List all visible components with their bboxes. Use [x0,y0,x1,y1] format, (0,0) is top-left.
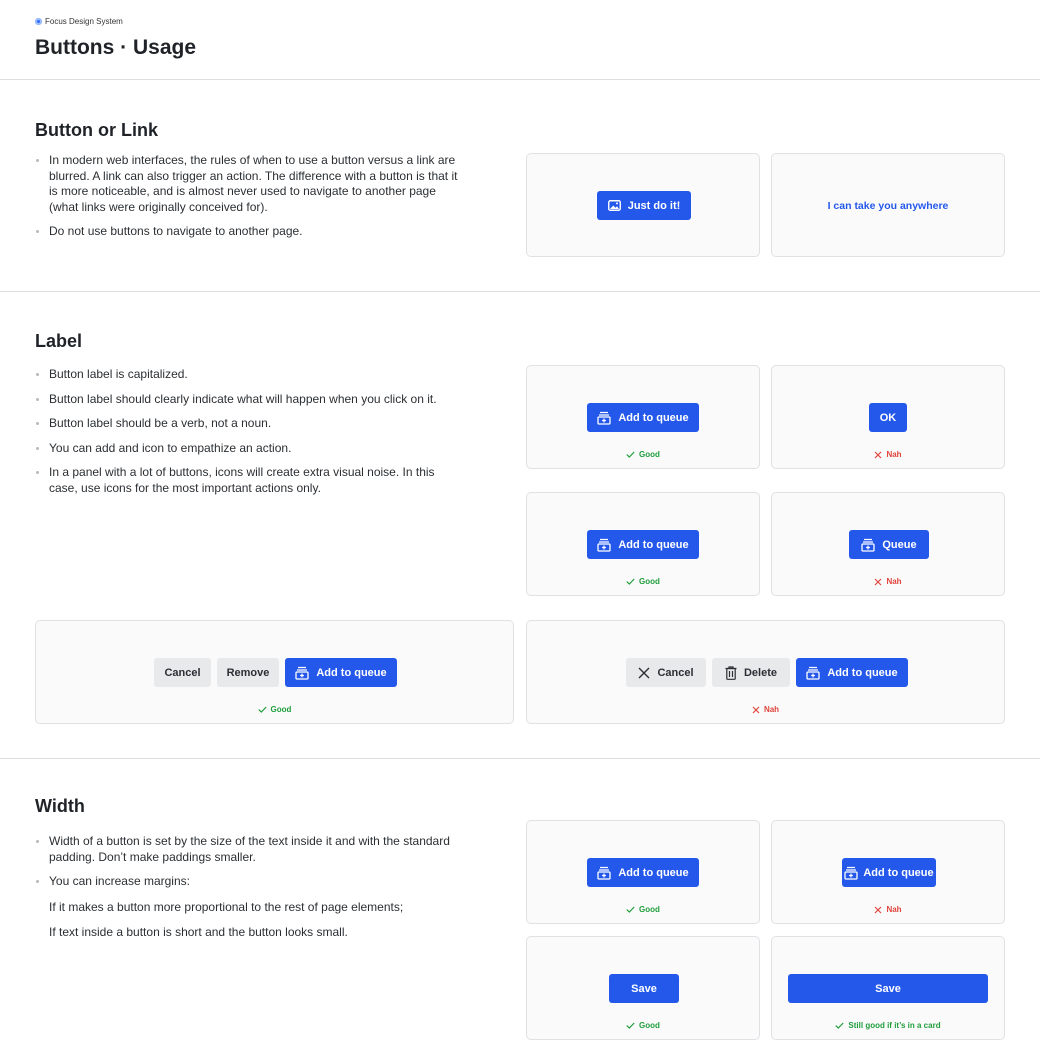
list-item: If it makes a button more proportional t… [49,900,404,914]
cross-icon [874,906,882,914]
add-to-queue-button[interactable]: Add to queue [285,658,397,687]
nah-verdict: Nah [772,905,1004,914]
remove-button[interactable]: Remove [217,658,279,687]
delete-label: Delete [743,666,778,679]
page-header: Focus Design System Buttons · Usage [0,0,1040,80]
section-title-label: Label [35,331,83,351]
add-to-queue-icon [295,666,310,680]
cancel-button[interactable]: Cancel [154,658,211,687]
brand: Focus Design System [35,17,123,26]
add-to-queue-button[interactable]: Add to queue [796,658,908,687]
add-to-queue-button[interactable]: Add to queue [587,403,699,432]
add-to-queue-icon [806,666,821,680]
example-card-width-good: Add to queue Good [526,820,760,924]
example-card-ok-nah: OK Nah [771,365,1005,469]
example-card-add-to-queue-good: Add to queue Good [526,365,760,469]
list-item: Width of a button is set by the size of … [35,834,465,865]
section-divider [0,291,1040,292]
nah-verdict: Nah [772,577,1004,586]
good-verdict: Good [527,450,759,459]
anywhere-link[interactable]: I can take you anywhere [772,196,1004,216]
add-to-queue-label: Add to queue [316,666,387,679]
list-item: Do not use buttons to navigate to anothe… [35,224,465,240]
add-to-queue-label: Add to queue [618,538,689,551]
queue-label: Queue [882,538,917,551]
queue-button[interactable]: Queue [849,530,929,559]
list-item: You can increase margins: [35,874,465,890]
brand-name: Focus Design System [45,17,123,26]
example-card-button-group-nah: Cancel Delete Add to queue Nah [526,620,1005,724]
page-title: Buttons · Usage [35,36,197,59]
good-verdict: Good [527,1021,759,1030]
save-button-wide[interactable]: Save [788,974,988,1003]
nah-verdict: Nah [772,450,1004,459]
good-verdict: Good [527,577,759,586]
section-title-button-or-link: Button or Link [35,120,158,140]
cross-icon [874,578,882,586]
example-card-link: I can take you anywhere [771,153,1005,257]
image-icon [607,200,621,211]
width-sub-lines: If it makes a button more proportional t… [49,900,403,949]
list-item: Button label should be a verb, not a nou… [35,416,465,432]
add-to-queue-button-tight[interactable]: Add to queue [842,858,936,887]
ok-button[interactable]: OK [869,403,907,432]
example-card-button-group-good: Cancel Remove Add to queue Good [35,620,514,724]
still-good-verdict: Still good if it’s in a card [772,1021,1004,1030]
add-to-queue-label: Add to queue [863,866,934,879]
cross-icon [752,706,760,714]
section-title-width: Width [35,796,85,816]
list-item: Button label should clearly indicate wha… [35,392,465,408]
section-divider [0,758,1040,759]
add-to-queue-icon [844,866,859,880]
width-bullets: Width of a button is set by the size of … [35,834,465,899]
add-to-queue-icon [597,411,612,425]
add-to-queue-button[interactable]: Add to queue [587,530,699,559]
check-icon [835,1022,845,1029]
example-card-width-nah: Add to queue Nah [771,820,1005,924]
label-bullets: Button label is capitalized. Button labe… [35,367,465,505]
good-verdict: Good [36,705,513,714]
delete-button[interactable]: Delete [712,658,790,687]
add-to-queue-icon [861,538,876,552]
just-do-it-label: Just do it! [627,199,681,212]
add-to-queue-button[interactable]: Add to queue [587,858,699,887]
brand-logo-icon [35,18,42,25]
example-card-add-to-queue-good-2: Add to queue Good [526,492,760,596]
list-item: Button label is capitalized. [35,367,465,383]
example-card-save-good: Save Good [526,936,760,1040]
add-to-queue-label: Add to queue [618,411,689,424]
cancel-label: Cancel [657,666,694,679]
check-icon [626,578,635,585]
close-icon [638,667,650,679]
add-to-queue-icon [597,538,612,552]
example-card-button: Just do it! [526,153,760,257]
check-icon [626,1022,635,1029]
button-or-link-bullets: In modern web interfaces, the rules of w… [35,153,465,249]
add-to-queue-label: Add to queue [618,866,689,879]
good-verdict: Good [527,905,759,914]
trash-icon [725,665,737,680]
add-to-queue-label: Add to queue [827,666,898,679]
add-to-queue-icon [597,866,612,880]
check-icon [626,906,635,913]
list-item: In modern web interfaces, the rules of w… [35,153,465,215]
example-card-queue-nah: Queue Nah [771,492,1005,596]
check-icon [257,706,267,713]
example-card-save-wide: Save Still good if it’s in a card [771,936,1005,1040]
cross-icon [874,451,882,459]
list-item: If text inside a button is short and the… [49,924,348,939]
just-do-it-button[interactable]: Just do it! [597,191,691,220]
save-button[interactable]: Save [609,974,679,1003]
cancel-button[interactable]: Cancel [626,658,706,687]
list-item: In a panel with a lot of buttons, icons … [35,465,465,496]
nah-verdict: Nah [527,705,1004,714]
check-icon [626,451,635,458]
list-item: You can add and icon to empathize an act… [35,441,465,457]
